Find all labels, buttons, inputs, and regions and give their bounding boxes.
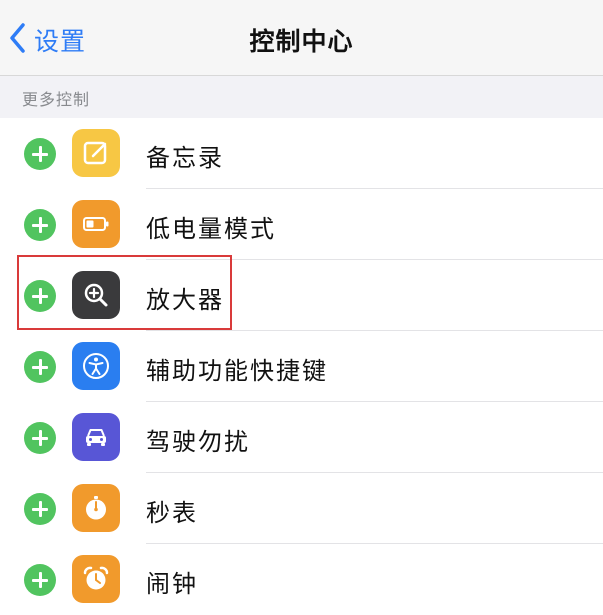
page-title: 控制中心 bbox=[249, 27, 354, 56]
list-item-stopwatch[interactable]: 秒表 bbox=[0, 473, 603, 544]
more-controls-list: 备忘录 低电量模式 放大器 辅助功能快捷键 驾驶勿扰 秒表 闹钟 bbox=[0, 118, 603, 615]
list-item-label: 放大器 bbox=[146, 286, 224, 314]
list-item-magnifier[interactable]: 放大器 bbox=[0, 260, 603, 331]
list-item-notes[interactable]: 备忘录 bbox=[0, 118, 603, 189]
list-item-alarm[interactable]: 闹钟 bbox=[0, 544, 603, 615]
list-item-label: 驾驶勿扰 bbox=[146, 428, 250, 456]
car-icon bbox=[72, 413, 120, 461]
section-header: 更多控制 bbox=[0, 76, 603, 118]
accessibility-icon bbox=[72, 342, 120, 390]
add-button[interactable] bbox=[24, 209, 56, 241]
alarm-clock-icon bbox=[72, 555, 120, 603]
list-item-label: 闹钟 bbox=[146, 570, 198, 598]
add-button[interactable] bbox=[24, 138, 56, 170]
list-item-do-not-disturb-while-driving[interactable]: 驾驶勿扰 bbox=[0, 402, 603, 473]
list-item-label: 备忘录 bbox=[146, 144, 224, 172]
list-item-low-power-mode[interactable]: 低电量模式 bbox=[0, 189, 603, 260]
stopwatch-icon bbox=[72, 484, 120, 532]
magnifier-icon bbox=[72, 271, 120, 319]
list-item-label: 辅助功能快捷键 bbox=[146, 357, 328, 385]
battery-icon bbox=[72, 200, 120, 248]
add-button[interactable] bbox=[24, 493, 56, 525]
add-button[interactable] bbox=[24, 564, 56, 596]
notes-icon bbox=[72, 129, 120, 177]
add-button[interactable] bbox=[24, 280, 56, 312]
list-item-accessibility-shortcut[interactable]: 辅助功能快捷键 bbox=[0, 331, 603, 402]
add-button[interactable] bbox=[24, 351, 56, 383]
add-button[interactable] bbox=[24, 422, 56, 454]
list-item-label: 秒表 bbox=[146, 499, 198, 527]
section-header-label: 更多控制 bbox=[22, 90, 91, 109]
navigation-bar: 设置 控制中心 bbox=[0, 0, 603, 76]
list-item-label: 低电量模式 bbox=[146, 215, 276, 243]
